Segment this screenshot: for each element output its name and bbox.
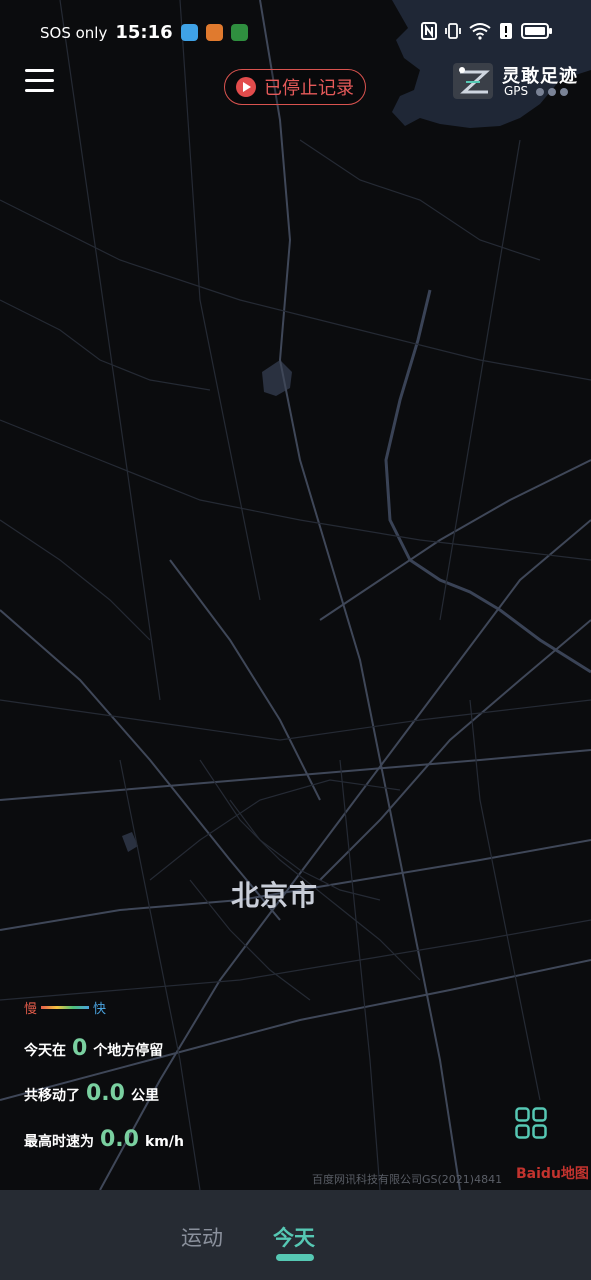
app-notification-icon [230,24,248,41]
play-icon [236,77,256,97]
stat-speed-value: 0.0 [100,1127,139,1152]
speed-legend: 慢 快 [24,998,106,1017]
grid-icon [515,1107,547,1139]
map-copyright: 百度网讯科技有限公司GS(2021)4841 [312,1173,503,1186]
vibrate-icon [445,23,461,39]
legend-fast-label: 快 [93,1002,107,1017]
stat-max-speed: 最高时速为 0.0 km/h [24,1127,184,1152]
clock: 15:16 [115,22,173,43]
menu-button[interactable] [25,66,55,96]
stat-distance: 共移动了 0.0 公里 [24,1081,159,1106]
tab-sport[interactable]: 运动 [181,1222,223,1252]
alert-icon [500,23,512,39]
legend-gradient-bar [41,1006,90,1009]
logo-gps-label: GPS [504,84,529,98]
stat-distance-prefix: 共移动了 [24,1088,80,1104]
app-notification-icon [180,24,198,41]
stat-stay-suffix: 个地方停留 [93,1043,164,1059]
nfc-icon [421,22,437,40]
gps-dot-icon [560,88,568,96]
stat-speed-prefix: 最高时速为 [24,1134,94,1150]
status-bar: SOS only 15:16 [0,0,591,66]
active-tab-indicator [276,1254,314,1261]
record-status-label: 已停止记录 [264,78,354,99]
carrier-label: SOS only [40,23,108,42]
map-provider-logo: Baidu地图 [516,1166,589,1182]
gps-signal-indicator [536,88,568,96]
grid-view-button[interactable] [515,1107,547,1139]
stat-speed-unit: km/h [144,1134,184,1150]
battery-icon [521,23,552,39]
stat-stay-count: 今天在 0 个地方停留 [24,1036,163,1061]
bottom-tab-bar: 运动 今天 [0,1190,591,1280]
app-logo: 灵敢足迹 GPS [452,60,582,104]
tab-today[interactable]: 今天 [273,1222,315,1252]
app-notification-icon [205,24,223,41]
menu-icon [25,69,54,72]
wifi-icon [469,23,491,40]
stat-distance-value: 0.0 [86,1081,125,1106]
menu-icon [25,79,54,82]
gps-dot-icon [536,88,544,96]
logo-icon [453,63,493,99]
menu-icon [25,89,54,92]
gps-dot-icon [548,88,556,96]
stat-distance-unit: 公里 [130,1088,159,1104]
record-status-button[interactable]: 已停止记录 [224,69,366,105]
legend-slow-label: 慢 [24,1002,38,1017]
map-city-label: 北京市 [231,879,319,912]
stat-stay-prefix: 今天在 [24,1043,66,1059]
stat-stay-value: 0 [72,1036,88,1061]
